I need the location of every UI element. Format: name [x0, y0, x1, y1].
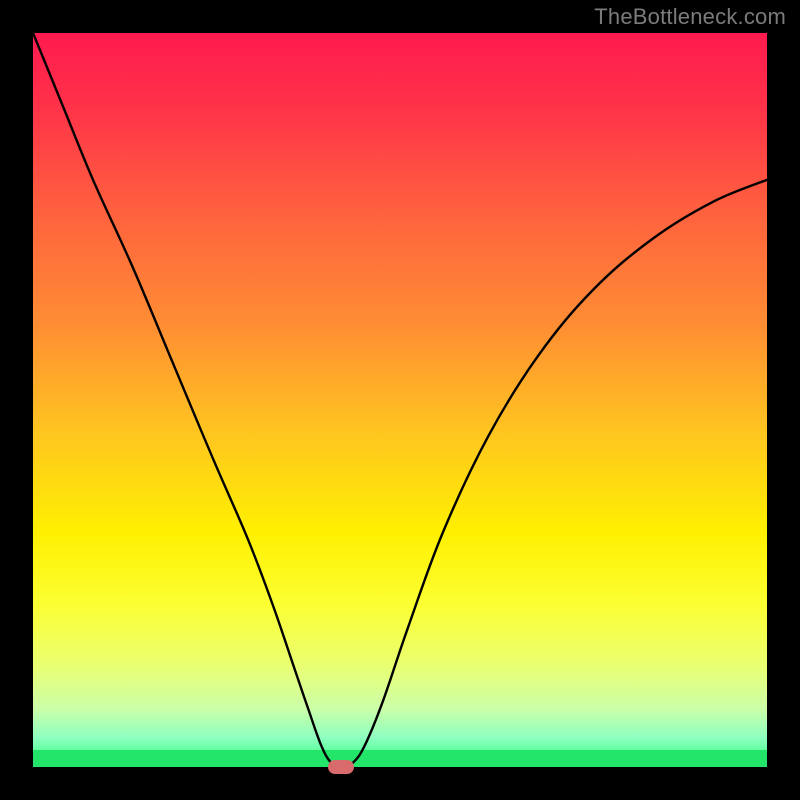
optimal-marker — [328, 760, 354, 774]
plot-area — [33, 33, 767, 767]
chart-frame: TheBottleneck.com — [0, 0, 800, 800]
green-band — [33, 750, 767, 767]
watermark-text: TheBottleneck.com — [594, 4, 786, 30]
gradient-plot — [33, 33, 767, 767]
gradient-background — [33, 33, 767, 767]
